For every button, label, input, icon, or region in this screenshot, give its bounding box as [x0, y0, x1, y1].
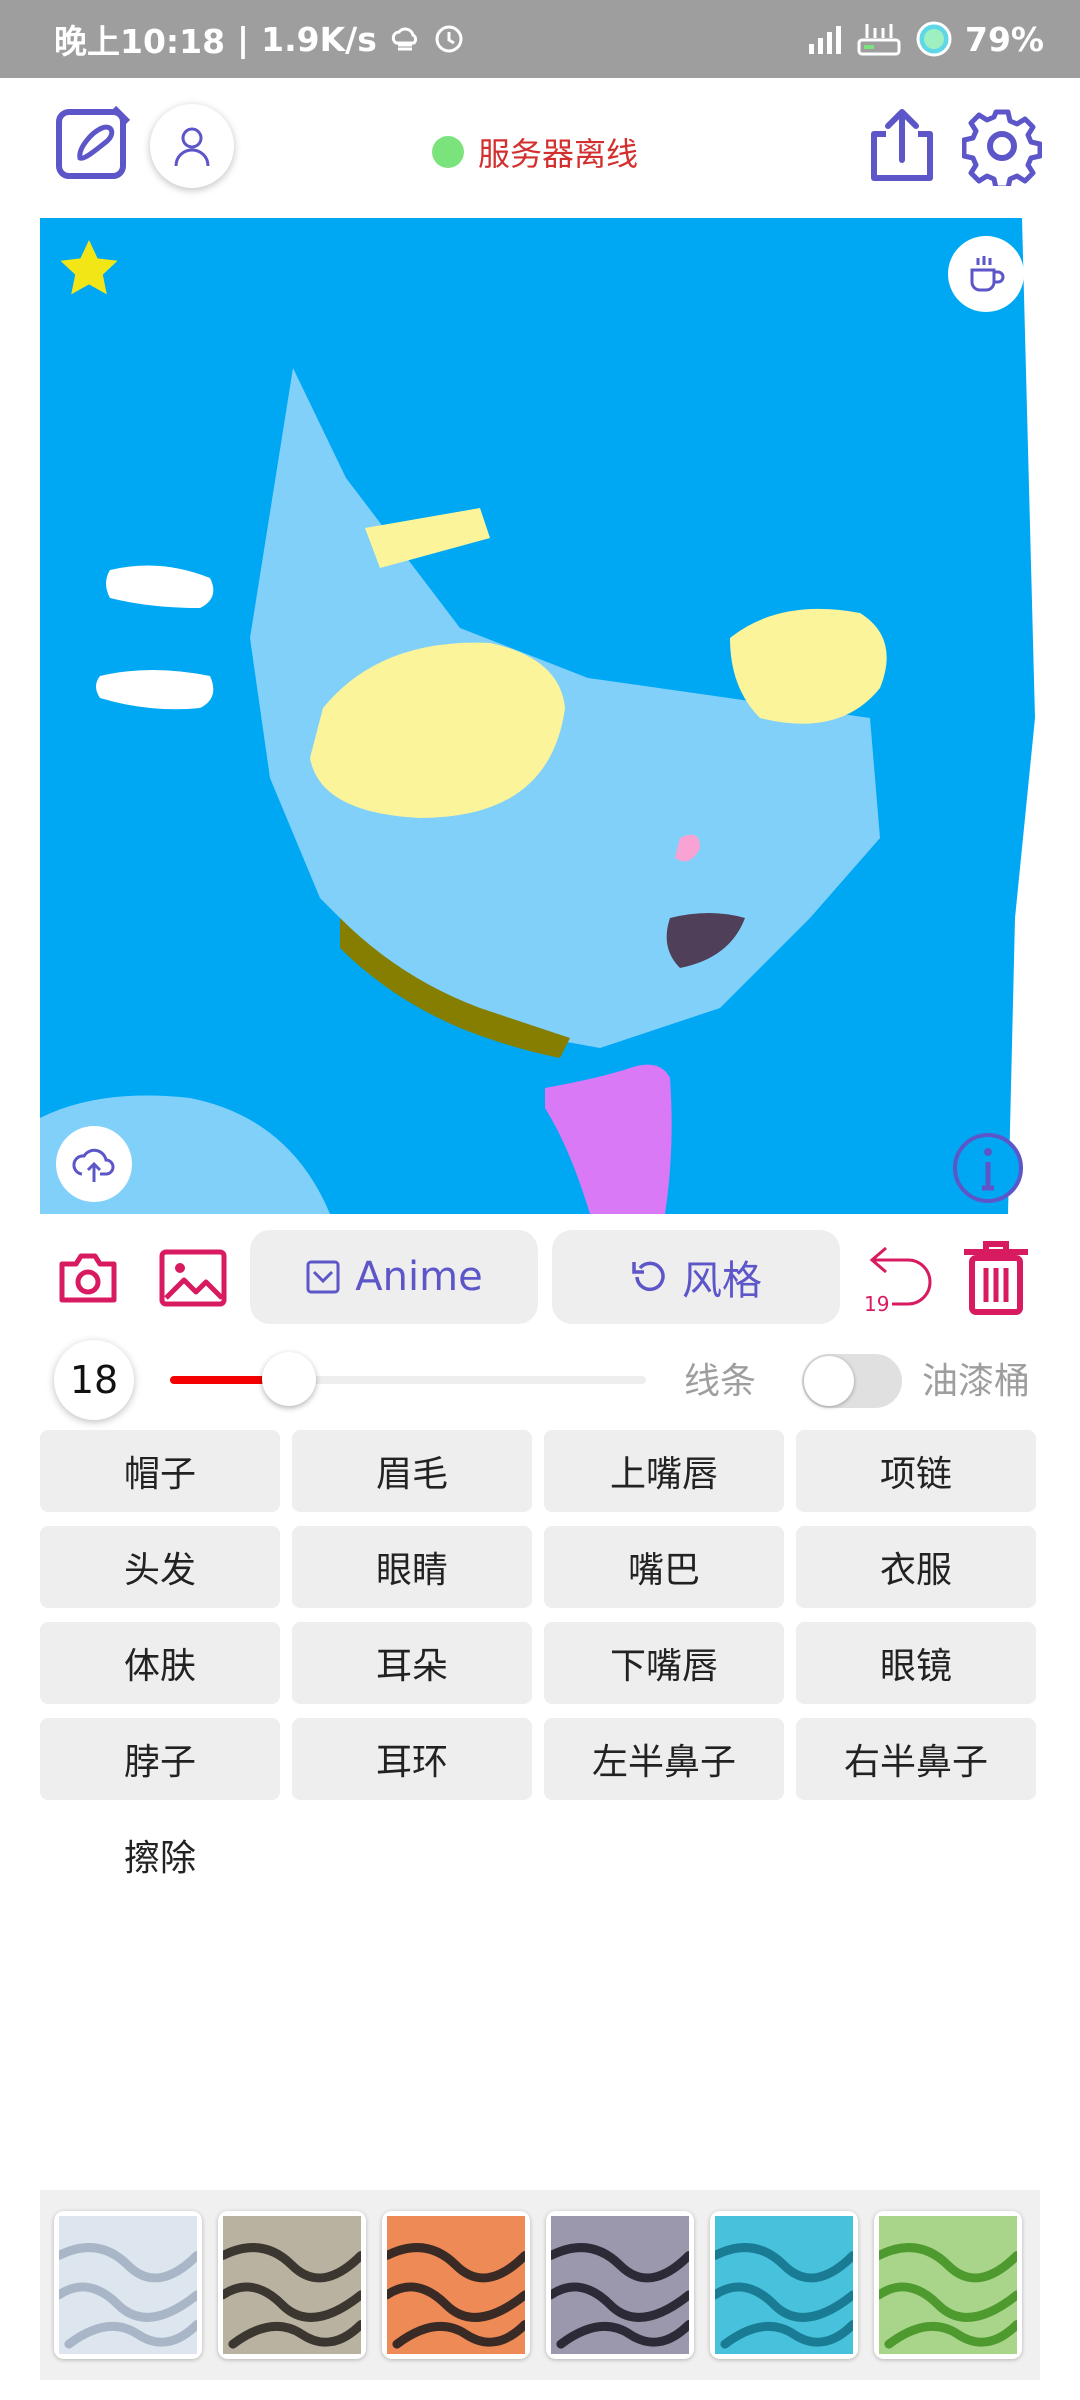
paint-bucket-label: 油漆桶	[922, 1361, 1031, 1402]
part-button[interactable]: 眼镜	[796, 1622, 1036, 1704]
part-button[interactable]: 嘴巴	[544, 1526, 784, 1608]
style-label: 风格	[682, 1258, 762, 1304]
anime-mode-button[interactable]: Anime	[250, 1230, 538, 1324]
edit-button[interactable]	[54, 104, 134, 184]
paint-bucket-toggle[interactable]	[802, 1354, 902, 1408]
coffee-cup-icon	[970, 256, 1005, 292]
style-preview-image	[715, 2216, 853, 2354]
part-button[interactable]: 帽子	[40, 1430, 280, 1512]
style-preview-image	[879, 2216, 1017, 2354]
style-thumbnail-slate-style[interactable]	[546, 2211, 694, 2359]
undo-count: 19	[864, 1292, 890, 1316]
signal-icon	[807, 24, 843, 54]
brush-size-badge: 18	[54, 1340, 134, 1420]
server-status-indicator	[432, 136, 464, 168]
part-button[interactable]: 头发	[40, 1526, 280, 1608]
gear-icon	[961, 109, 1043, 191]
part-button[interactable]: 项链	[796, 1430, 1036, 1512]
status-bar-left: 晚上10:18 | 1.9K/s	[54, 15, 465, 63]
part-button[interactable]: 左半鼻子	[544, 1718, 784, 1800]
battery-level: 79%	[965, 19, 1044, 59]
delete-button[interactable]	[958, 1238, 1034, 1318]
cloud-sync-icon	[389, 23, 421, 55]
part-button[interactable]: 眼睛	[292, 1526, 532, 1608]
part-button[interactable]: 下嘴唇	[544, 1622, 784, 1704]
battery-circle-icon	[915, 20, 953, 58]
status-time: 晚上10:18	[54, 22, 226, 61]
gallery-button[interactable]	[158, 1248, 228, 1308]
settings-button[interactable]	[961, 106, 1043, 191]
anime-mode-label: Anime	[355, 1254, 483, 1300]
style-preview-image	[551, 2216, 689, 2354]
account-button[interactable]	[150, 104, 234, 188]
server-status-label: 服务器离线	[478, 135, 639, 173]
style-thumbnail-green-style[interactable]	[874, 2211, 1022, 2359]
app-bar: 服务器离线	[0, 78, 1080, 218]
status-bar-right: 79%	[807, 20, 1044, 59]
slider-thumb[interactable]	[262, 1352, 316, 1406]
coffee-button[interactable]	[948, 236, 1024, 312]
undo-button[interactable]: 19	[858, 1242, 938, 1318]
share-icon	[871, 109, 933, 181]
part-button[interactable]: 耳朵	[292, 1622, 532, 1704]
refresh-icon	[632, 1261, 665, 1292]
style-thumbnail-cyan-style[interactable]	[710, 2211, 858, 2359]
style-preview-image	[59, 2216, 197, 2354]
line-label: 线条	[684, 1361, 757, 1402]
part-button[interactable]: 体肤	[40, 1622, 280, 1704]
star-icon	[60, 240, 118, 295]
part-button[interactable]: 上嘴唇	[544, 1430, 784, 1512]
info-icon	[953, 1133, 1023, 1203]
user-icon	[174, 127, 210, 167]
drawing-canvas[interactable]	[40, 218, 1040, 1214]
status-bar: 晚上10:18 | 1.9K/s 79%	[0, 0, 1080, 78]
part-button[interactable]: 脖子	[40, 1718, 280, 1800]
style-thumbnail-orange-style[interactable]	[382, 2211, 530, 2359]
part-button[interactable]: 右半鼻子	[796, 1718, 1036, 1800]
alarm-clock-icon	[433, 23, 465, 55]
style-thumbnail-grey-style[interactable]	[218, 2211, 366, 2359]
status-speed: 1.9K/s	[261, 19, 377, 59]
style-preview-image	[223, 2216, 361, 2354]
style-preview-image	[387, 2216, 525, 2354]
upload-button[interactable]	[56, 1126, 132, 1202]
edit-icon	[56, 105, 131, 179]
favorite-button[interactable]	[56, 236, 122, 302]
brush-size-slider[interactable]	[170, 1352, 646, 1406]
toggle-knob	[804, 1356, 854, 1406]
checkbox-icon	[306, 1260, 340, 1294]
trash-icon	[964, 1241, 1028, 1315]
part-selector-grid: 帽子 眉毛 上嘴唇 项链头发 眼睛 嘴巴 衣服体肤 耳朵 下嘴唇 眼镜脖子 耳环 左半鼻子 右半鼻子擦除	[40, 1430, 1038, 1896]
tool-bar: Anime 风格 19	[0, 1226, 1080, 1326]
status-separator: |	[237, 19, 250, 59]
part-button[interactable]: 眉毛	[292, 1430, 532, 1512]
brush-controls: 18 线条 油漆桶	[0, 1330, 1080, 1426]
image-icon	[159, 1249, 227, 1307]
part-button[interactable]: 衣服	[796, 1526, 1036, 1608]
sketch-drawing	[40, 218, 1040, 1214]
part-button[interactable]: 擦除	[40, 1814, 280, 1896]
style-button[interactable]: 风格	[552, 1230, 840, 1324]
camera-icon	[59, 1253, 117, 1303]
share-button[interactable]	[862, 104, 942, 188]
router-icon	[855, 20, 903, 58]
part-button[interactable]: 耳环	[292, 1718, 532, 1800]
server-status: 服务器离线	[432, 124, 638, 180]
style-thumbnail-strip	[40, 2190, 1040, 2380]
info-button[interactable]	[950, 1130, 1026, 1206]
camera-button[interactable]	[56, 1250, 120, 1306]
style-thumbnail-white-style[interactable]	[54, 2211, 202, 2359]
cloud-upload-icon	[72, 1148, 115, 1182]
